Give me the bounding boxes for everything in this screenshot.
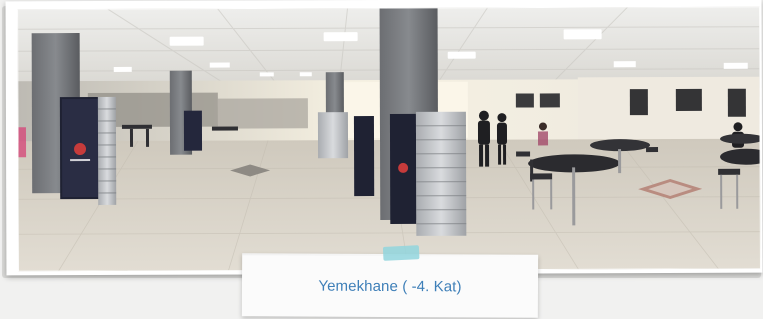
- photo-frame: [5, 0, 763, 276]
- photo-caption: Yemekhane ( -4. Kat): [318, 277, 462, 296]
- caption-card: Yemekhane ( -4. Kat): [241, 245, 539, 318]
- cafeteria-scene: [17, 6, 761, 272]
- cafeteria-photo: [17, 6, 761, 272]
- tape-strip: [382, 245, 420, 261]
